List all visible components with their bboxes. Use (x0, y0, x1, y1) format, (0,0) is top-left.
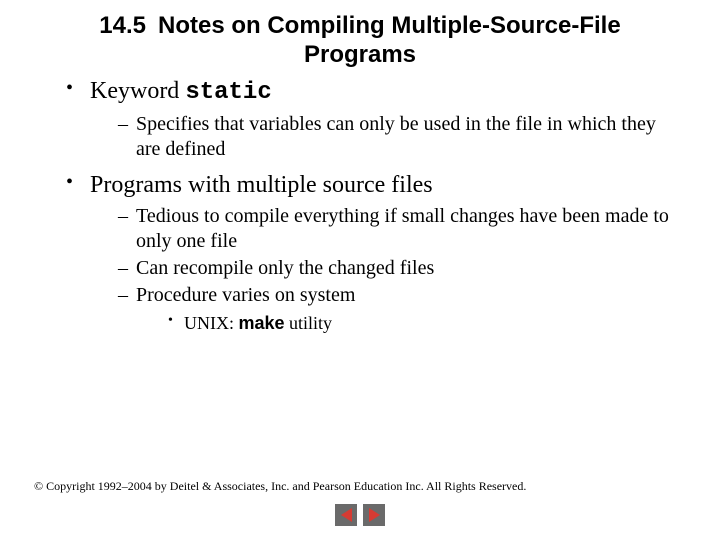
code-make: make (239, 313, 285, 333)
triangle-right-icon (369, 508, 380, 522)
prev-button[interactable] (335, 504, 357, 526)
bullet-2-2: Can recompile only the changed files (118, 256, 680, 281)
next-button[interactable] (363, 504, 385, 526)
code-static: static (185, 79, 271, 106)
bullet-2-3-1: UNIX: make utility (168, 312, 680, 335)
title-text: Notes on Compiling Multiple-Source-File … (158, 12, 621, 68)
bullet-1-1: Specifies that variables can only be use… (118, 112, 680, 162)
section-number: 14.5 (99, 12, 146, 39)
unix-label: UNIX: (184, 313, 239, 333)
utility-label: utility (285, 313, 333, 333)
bullet-2-text: Programs with multiple source files (90, 172, 433, 198)
bullet-2-3-text: Procedure varies on system (136, 284, 355, 306)
slide-body: Keyword static Specifies that variables … (0, 76, 720, 335)
bullet-1: Keyword static Specifies that variables … (66, 76, 680, 162)
bullet-2-1: Tedious to compile everything if small c… (118, 204, 680, 254)
slide: 14.5 Notes on Compiling Multiple-Source-F… (0, 0, 720, 540)
copyright: © Copyright 1992–2004 by Deitel & Associ… (34, 479, 526, 494)
bullet-2: Programs with multiple source files Tedi… (66, 170, 680, 335)
nav-buttons (335, 504, 385, 526)
slide-title: 14.5 Notes on Compiling Multiple-Source-F… (0, 0, 720, 74)
bullet-2-3: Procedure varies on system UNIX: make ut… (118, 283, 680, 335)
bullet-1-text: Keyword (90, 78, 185, 104)
triangle-left-icon (341, 508, 352, 522)
